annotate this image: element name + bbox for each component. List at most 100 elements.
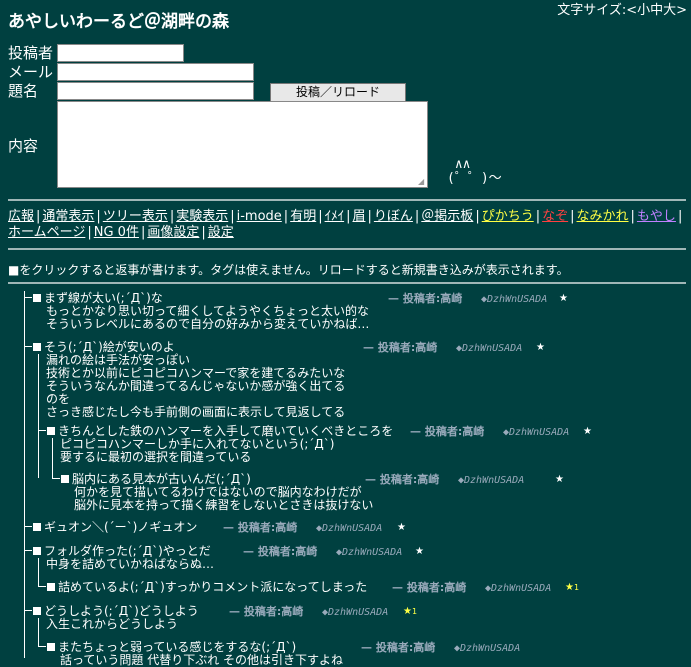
post-item: ギュオン＼(´ー`)ノギュオン — 投稿者:高崎 ◆DzhWnUSADA ★: [33, 520, 406, 534]
nav-link[interactable]: ＠掲示板: [421, 209, 473, 224]
post-trip: ◆DzhWnUSADA: [456, 343, 523, 354]
board-title: あやしいわーるど＠湖畔の森: [8, 12, 229, 32]
post-item: またちょっと弱っている感じをするな(;´Д`) — 投稿者:高崎 ◆DzhWnU…: [47, 640, 520, 667]
star-icon[interactable]: ★: [536, 341, 545, 354]
nav-link[interactable]: ホームページ: [8, 225, 85, 240]
reply-square-icon[interactable]: [61, 475, 69, 483]
post-line: 要するに最初の選択を間違っている: [60, 450, 252, 464]
reply-square-icon[interactable]: [33, 607, 41, 615]
nav-link[interactable]: りぼん: [374, 209, 413, 224]
nav-link[interactable]: ｲﾒｲ: [325, 209, 345, 224]
tree-line: [24, 297, 32, 298]
post-title: またちょっと弱っている感じをするな(;´Д`): [58, 640, 297, 654]
post-title: きちんとした鉄のハンマーを入手して磨いていくべきところを: [58, 424, 394, 438]
subject-input[interactable]: [57, 82, 254, 100]
post-author: — 投稿者:高崎: [365, 473, 440, 486]
nav-link[interactable]: 画像設定: [147, 225, 199, 240]
nav-link[interactable]: 広報: [8, 209, 34, 224]
post-title: そう(;´Д`)絵が安いのよ: [44, 340, 175, 354]
post-trip: ◆DzhWnUSADA: [316, 523, 383, 534]
post-title: 詰めているよ(;´Д`)すっかりコメント派になってしまった: [58, 580, 368, 594]
reply-square-icon[interactable]: [33, 343, 41, 351]
post-title: どうしよう(;´Д`)どうしよう: [44, 604, 199, 618]
nav-link[interactable]: 実験表示: [176, 209, 228, 224]
post-line: そういうなんか間違ってるんじゃないか感が強く出てる: [46, 379, 346, 393]
star-icon[interactable]: ★1: [403, 605, 417, 618]
post-item: フォルダ作った(;´Д`)やっとだ — 投稿者:高崎 ◆DzhWnUSADA ★…: [33, 544, 424, 571]
content-textarea[interactable]: ◢: [57, 101, 428, 188]
tree-line: [24, 526, 32, 527]
star-icon[interactable]: ★: [583, 425, 592, 438]
post-author: — 投稿者:高崎: [363, 341, 438, 354]
post-item: きちんとした鉄のハンマーを入手して磨いていくべきところを — 投稿者:高崎 ◆D…: [47, 424, 592, 464]
post-trip: ◆DzhWnUSADA: [458, 475, 525, 486]
post-line: 脳外に見本を持って描く練習をしないとさきは抜けない: [74, 498, 374, 512]
content-label: 内容: [8, 137, 39, 155]
nav-link[interactable]: もやし: [637, 209, 676, 224]
post-author: — 投稿者:高崎: [223, 521, 298, 534]
mascot-ascii-art: ∧∧ (゜゜)～: [447, 157, 502, 186]
nav-link[interactable]: 眉: [352, 209, 365, 224]
nav-link[interactable]: i-mode: [237, 209, 282, 224]
post-author: — 投稿者:高崎: [361, 641, 436, 654]
post-line: 入生これからどうしよう: [46, 617, 179, 631]
post-trip: ◆DzhWnUSADA: [454, 643, 521, 654]
instruction-note: ■をクリックすると返事が書けます。タグは使えません。リロードすると新規書き込みが…: [8, 263, 569, 277]
font-size-switcher[interactable]: 文字サイズ:<小中大>: [557, 0, 687, 18]
post-trip: ◆DzhWnUSADA: [336, 547, 403, 558]
nav-link[interactable]: NG 0件: [94, 225, 139, 240]
nav-link[interactable]: 有明: [290, 209, 316, 224]
post-trip: ◆DzhWnUSADA: [503, 427, 570, 438]
divider: [8, 248, 686, 250]
nav-link[interactable]: ぴかちう: [482, 209, 534, 224]
post-author: — 投稿者:高崎: [243, 545, 318, 558]
post-trip: ◆DzhWnUSADA: [481, 294, 548, 305]
nav-link[interactable]: なみかれ: [577, 209, 629, 224]
name-label: 投稿者: [8, 44, 54, 62]
resize-grip-icon[interactable]: ◢: [418, 178, 426, 186]
post-item: 詰めているよ(;´Д`)すっかりコメント派になってしまった — 投稿者:高崎 ◆…: [47, 580, 579, 594]
post-item: そう(;´Д`)絵が安いのよ — 投稿者:高崎 ◆DzhWnUSADA ★ 漏れ…: [33, 340, 545, 419]
tree-line: [24, 550, 32, 551]
star-icon[interactable]: ★: [555, 473, 564, 486]
name-input[interactable]: [57, 44, 184, 62]
nav-link[interactable]: 通常表示: [42, 209, 94, 224]
reply-square-icon[interactable]: [33, 294, 41, 302]
post-line: 話っていう問題 代替り下ぶれ その他は引き下すよね: [60, 653, 344, 667]
post-trip: ◆DzhWnUSADA: [322, 607, 389, 618]
reply-square-icon[interactable]: [33, 547, 41, 555]
divider: [8, 282, 686, 284]
star-icon[interactable]: ★: [559, 292, 568, 305]
star-icon[interactable]: ★: [397, 521, 406, 534]
post-author: — 投稿者:高崎: [388, 292, 463, 305]
post-line: さっき感じたし今も手前側の画面に表示して見返してる: [46, 405, 346, 419]
post-title: フォルダ作った(;´Д`)やっとだ: [44, 544, 211, 558]
tree-line: [24, 346, 32, 347]
tree-line: [24, 610, 32, 611]
submit-button[interactable]: 投稿／リロード: [270, 83, 406, 102]
post-item: どうしよう(;´Д`)どうしよう — 投稿者:高崎 ◆DzhWnUSADA ★1…: [33, 604, 417, 631]
reply-square-icon[interactable]: [33, 523, 41, 531]
post-line: そういうレベルにあるので自分の好みから変えていかねば…: [46, 317, 370, 331]
post-item: 脳内にある見本が古いんだ(;´Д`) — 投稿者:高崎 ◆DzhWnUSADA …: [61, 472, 564, 512]
star-icon[interactable]: ★1: [565, 581, 579, 594]
subject-label: 題名: [8, 82, 39, 100]
mail-input[interactable]: [57, 63, 254, 81]
nav-bar: 広報 | 通常表示 | ツリー表示 | 実験表示 | i-mode | 有明 | ｲﾒｲ | 眉 | りぼん | ＠…: [8, 209, 683, 240]
nav-link[interactable]: ツリー表示: [103, 209, 168, 224]
tree-line: [52, 478, 60, 479]
post-author: — 投稿者:高崎: [410, 425, 485, 438]
post-item: まず線が太い(;´Д`)な — 投稿者:高崎 ◆DzhWnUSADA ★ もっと…: [33, 292, 568, 331]
reply-square-icon[interactable]: [47, 427, 55, 435]
nav-link[interactable]: なぞ: [542, 209, 568, 224]
post-author: — 投稿者:高崎: [229, 605, 304, 618]
post-title: 脳内にある見本が古いんだ(;´Д`): [72, 472, 251, 486]
post-title: ギュオン＼(´ー`)ノギュオン: [44, 520, 198, 534]
post-trip: ◆DzhWnUSADA: [485, 583, 552, 594]
nav-link[interactable]: 設定: [208, 225, 234, 240]
divider: [8, 199, 686, 201]
star-icon[interactable]: ★: [415, 545, 424, 558]
reply-square-icon[interactable]: [47, 643, 55, 651]
reply-square-icon[interactable]: [47, 583, 55, 591]
tree-line: [38, 646, 46, 647]
